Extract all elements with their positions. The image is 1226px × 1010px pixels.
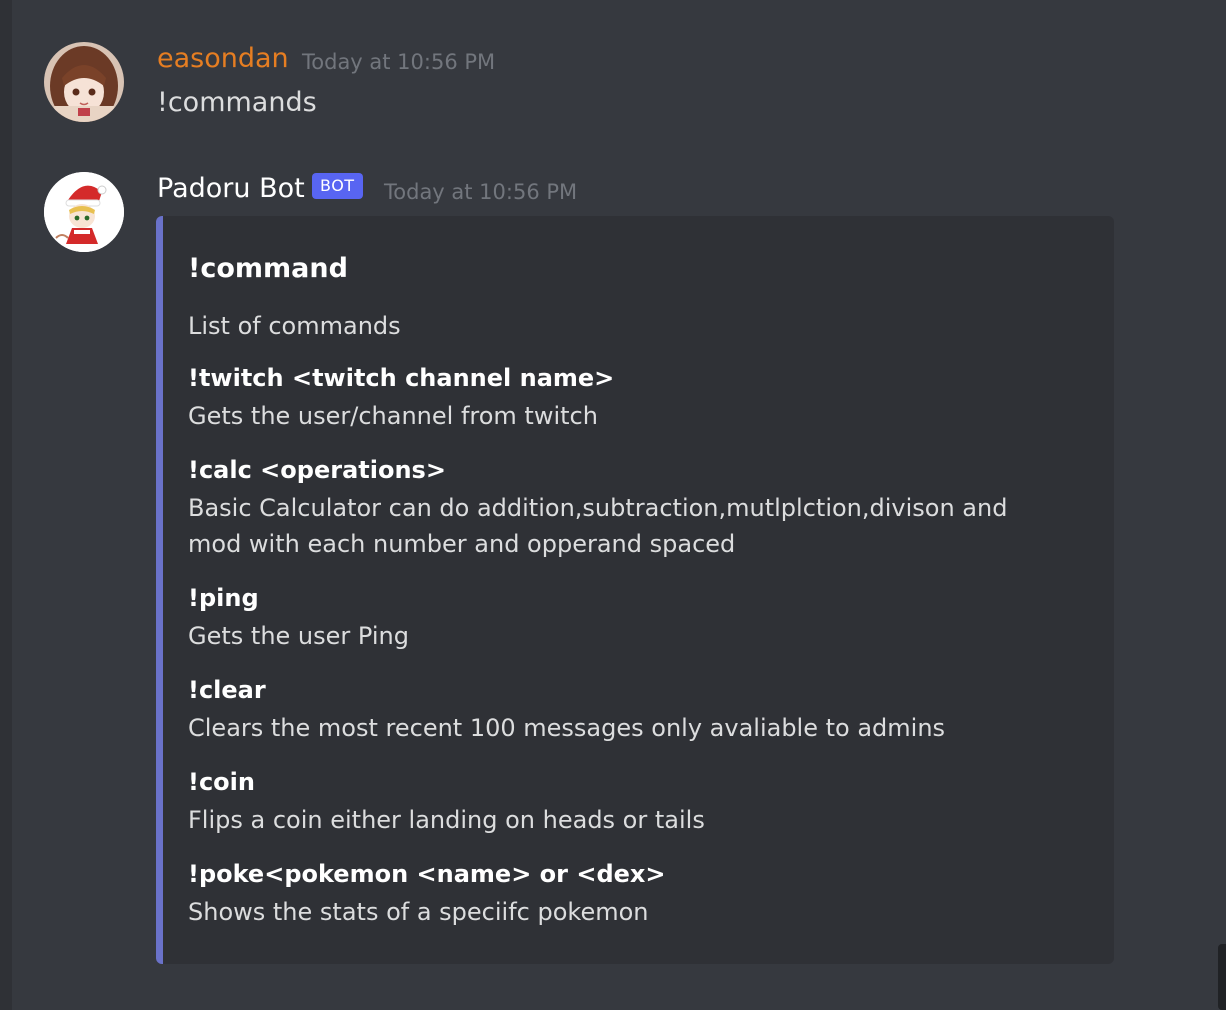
field-name: !coin [188,768,255,796]
embed-field-ping: !ping Gets the user Ping [188,582,1088,654]
anime-girl-avatar-icon [44,42,124,122]
message-timestamp: Today at 10:56 PM [384,180,578,204]
embed-field-twitch: !twitch <twitch channel name> Gets the u… [188,362,1088,434]
message-content: !commands [157,87,317,118]
field-name: !clear [188,676,266,704]
embed-field-clear: !clear Clears the most recent 100 messag… [188,674,1088,746]
field-name: !ping [188,584,259,612]
message-timestamp: Today at 10:56 PM [302,50,496,74]
field-value: Gets the user/channel from twitch [188,402,598,430]
field-value: Gets the user Ping [188,622,409,650]
scrollbar-thumb[interactable] [1218,944,1226,1010]
field-name: !poke<pokemon <name> or <dex> [188,860,666,888]
username[interactable]: easondan [157,43,289,75]
field-name: !calc <operations> [188,456,446,484]
embed-field-calc: !calc <operations> Basic Calculator can … [188,454,1088,562]
field-value: Clears the most recent 100 messages only… [188,714,946,742]
user-avatar[interactable] [44,42,124,122]
bot-tag: BOT [312,173,363,199]
field-value: Flips a coin either landing on heads or … [188,806,705,834]
channel-sidebar-edge [0,0,12,1010]
command-embed: !command List of commands !twitch <twitc… [156,216,1114,964]
embed-field-coin: !coin Flips a coin either landing on hea… [188,766,1088,838]
field-name: !twitch <twitch channel name> [188,364,615,392]
embed-title: !command [188,253,348,284]
padoru-avatar-icon [44,172,124,252]
field-value: Shows the stats of a speciifc pokemon [188,898,649,926]
bot-username[interactable]: Padoru Bot [157,173,305,205]
embed-description: List of commands [188,312,401,340]
field-value: Basic Calculator can do addition,subtrac… [188,494,1008,558]
embed-field-poke: !poke<pokemon <name> or <dex> Shows the … [188,858,1088,930]
bot-avatar[interactable] [44,172,124,252]
